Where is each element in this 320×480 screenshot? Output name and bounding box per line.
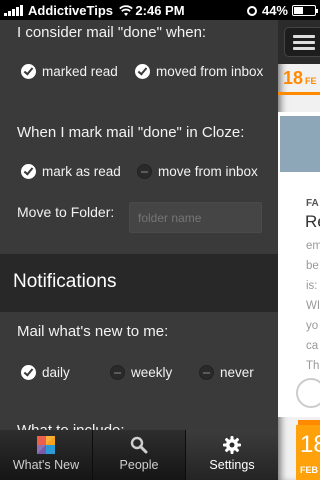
checkbox-icon: [21, 164, 36, 179]
status-bar: AddictiveTips 2:46 PM 44%: [0, 0, 320, 20]
radio-icon: [21, 365, 36, 380]
next-date-label: FEB: [300, 465, 318, 475]
done-heading: I consider mail "done" when:: [17, 24, 207, 41]
cloze-logo-icon: [37, 436, 55, 459]
checkbox-icon: [135, 64, 150, 79]
battery-percent: 44%: [261, 3, 288, 18]
option-moved-from-inbox[interactable]: moved from inbox: [135, 64, 263, 79]
peek-header: [278, 20, 320, 64]
next-date-number: 18: [300, 431, 320, 458]
include-heading-partial: What to include:: [17, 422, 125, 430]
settings-panel: I consider mail "done" when: marked read…: [0, 20, 278, 430]
tab-bar: What's New People Settings: [0, 430, 278, 480]
option-never[interactable]: never: [199, 365, 254, 380]
date-suffix: FE: [305, 76, 317, 86]
tab-label: Settings: [209, 458, 255, 472]
battery-icon: [292, 5, 318, 16]
checkbox-icon: [21, 64, 36, 79]
option-weekly[interactable]: weekly: [110, 365, 172, 380]
when-done-heading: When I mark mail "done" in Cloze:: [17, 124, 245, 141]
menu-button[interactable]: [284, 27, 320, 57]
peek-date: 18 FE: [283, 68, 317, 89]
option-marked-read[interactable]: marked read: [21, 64, 118, 79]
option-daily[interactable]: daily: [21, 365, 70, 380]
done-check-button[interactable]: [296, 378, 320, 408]
radio-icon: [199, 365, 214, 380]
main-content-peek[interactable]: 18FE FA Re em be is: WI yo ca Th 18 FEB: [278, 20, 320, 480]
move-folder-label: Move to Folder:: [17, 204, 115, 220]
gear-icon: [223, 436, 241, 459]
option-label: mark as read: [42, 164, 121, 179]
notifications-title: Notifications: [13, 271, 117, 292]
next-date-card[interactable]: 18 FEB: [296, 425, 320, 480]
card-title: Re: [305, 212, 320, 231]
alarm-clock-icon: [246, 5, 257, 16]
card-sender: FA: [306, 198, 319, 209]
option-label: move from inbox: [158, 164, 258, 179]
option-label: daily: [42, 365, 70, 380]
accent-line: [278, 92, 320, 95]
option-label: marked read: [42, 64, 118, 79]
option-label: never: [220, 365, 254, 380]
tab-label: People: [119, 458, 159, 472]
tab-label: What's New: [12, 458, 80, 472]
folder-name-input[interactable]: [129, 202, 262, 233]
option-label: weekly: [131, 365, 173, 380]
avatar: [280, 116, 320, 172]
option-label: moved from inbox: [156, 64, 264, 79]
radio-icon: [110, 365, 125, 380]
search-icon: [130, 436, 148, 459]
date-number: 18: [283, 68, 304, 88]
tab-whats-new[interactable]: What's New: [0, 430, 92, 480]
notifications-header: Notifications: [0, 254, 278, 312]
option-move-from-inbox[interactable]: move from inbox: [137, 164, 258, 179]
tab-people[interactable]: People: [93, 430, 185, 480]
tab-settings[interactable]: Settings: [186, 430, 278, 480]
card-text: em be is: WI yo ca Th: [306, 240, 320, 372]
checkbox-icon: [137, 164, 152, 179]
mail-new-heading: Mail what's new to me:: [17, 323, 169, 340]
option-mark-as-read[interactable]: mark as read: [21, 164, 121, 179]
